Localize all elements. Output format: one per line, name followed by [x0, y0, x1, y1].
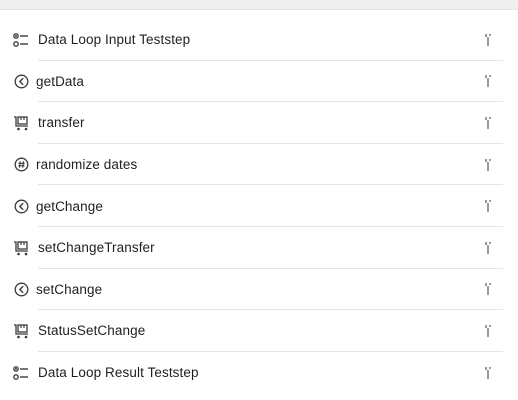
hash-circle-icon — [12, 156, 30, 174]
drag-handle-icon[interactable] — [484, 116, 492, 130]
step-label: Data Loop Input Teststep — [38, 32, 191, 48]
list-item[interactable]: getChange — [0, 185, 518, 227]
circle-arrow-left-icon — [12, 72, 30, 90]
drag-handle-icon[interactable] — [484, 366, 492, 380]
drag-handle-icon[interactable] — [484, 324, 492, 338]
list-item[interactable]: Data Loop Result Teststep — [0, 352, 518, 394]
list-item[interactable]: setChangeTransfer — [0, 227, 518, 269]
step-label: randomize dates — [36, 157, 138, 173]
data-loop-icon — [12, 364, 30, 382]
drag-handle-icon[interactable] — [484, 158, 492, 172]
list-item[interactable]: getData — [0, 61, 518, 103]
circle-arrow-left-icon — [12, 280, 30, 298]
teststep-list: Data Loop Input Teststep getData transfe… — [0, 19, 518, 393]
circle-arrow-left-icon — [12, 197, 30, 215]
step-label: StatusSetChange — [38, 323, 146, 339]
step-label: Data Loop Result Teststep — [38, 365, 199, 381]
step-label: setChangeTransfer — [38, 240, 155, 256]
top-toolbar-strip — [0, 0, 518, 10]
list-item[interactable]: transfer — [0, 102, 518, 144]
data-loop-icon — [12, 31, 30, 49]
drag-handle-icon[interactable] — [484, 241, 492, 255]
step-label: transfer — [38, 115, 85, 131]
list-item[interactable]: randomize dates — [0, 144, 518, 186]
list-item[interactable]: setChange — [0, 269, 518, 311]
step-label: getData — [36, 73, 84, 89]
list-item[interactable]: StatusSetChange — [0, 310, 518, 352]
transfer-cart-icon — [12, 114, 30, 132]
drag-handle-icon[interactable] — [484, 282, 492, 296]
drag-handle-icon[interactable] — [484, 74, 492, 88]
step-label: setChange — [36, 281, 103, 297]
drag-handle-icon[interactable] — [484, 33, 492, 47]
transfer-cart-icon — [12, 239, 30, 257]
drag-handle-icon[interactable] — [484, 199, 492, 213]
step-label: getChange — [36, 198, 103, 214]
transfer-cart-icon — [12, 322, 30, 340]
list-item[interactable]: Data Loop Input Teststep — [0, 19, 518, 61]
